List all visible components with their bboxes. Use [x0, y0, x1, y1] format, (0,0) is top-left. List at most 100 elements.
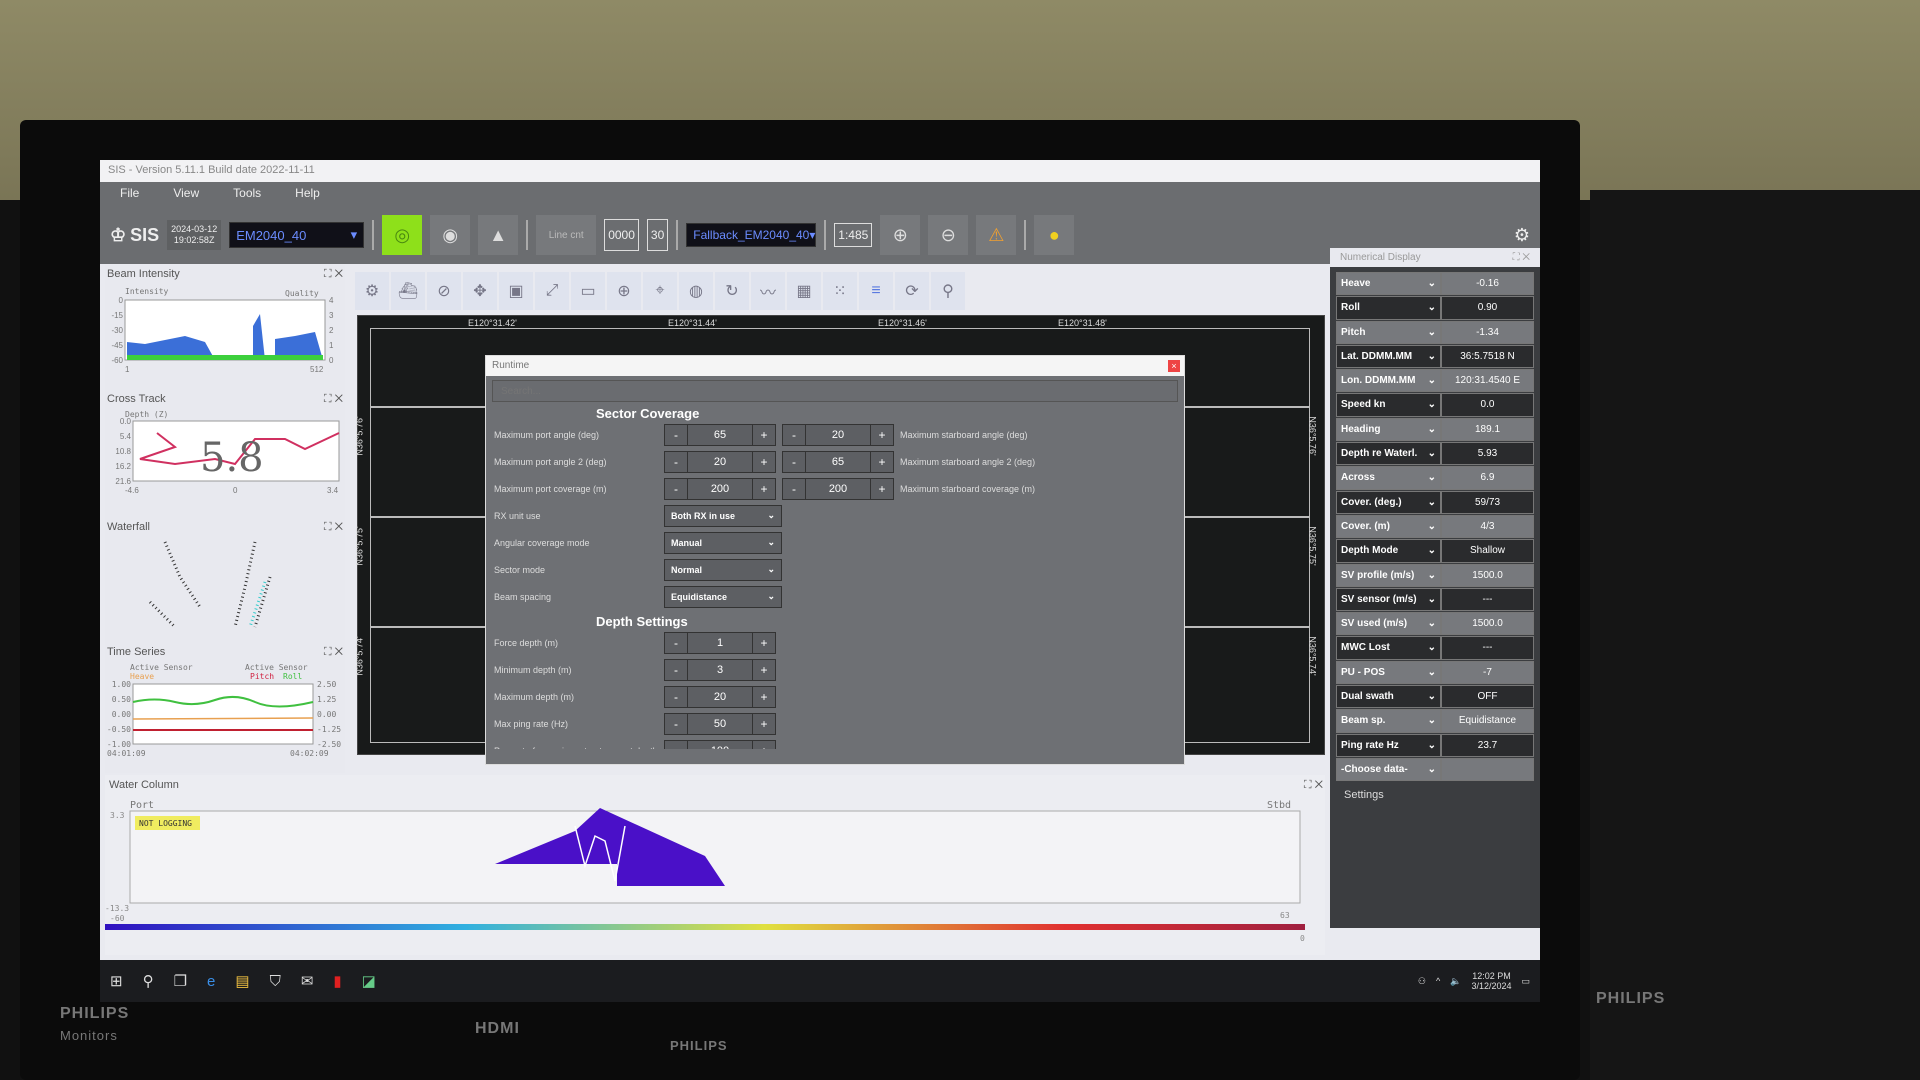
data-selector[interactable]: Heading ⌄: [1336, 417, 1441, 442]
system-select[interactable]: EM2040_40 ▾: [229, 222, 365, 248]
task-view-icon[interactable]: ❐: [174, 972, 187, 990]
layers-icon[interactable]: ≡: [859, 272, 893, 310]
stepper[interactable]: -100+: [664, 739, 776, 749]
data-selector[interactable]: MWC Lost ⌄: [1336, 636, 1441, 660]
search-icon[interactable]: ⚲: [143, 972, 154, 990]
dropdown[interactable]: Normal ⌄: [664, 558, 782, 581]
gear-icon[interactable]: ⚙: [1514, 225, 1530, 246]
clock[interactable]: 12:02 PM 3/12/2024: [1471, 971, 1511, 991]
target-icon[interactable]: ⌖: [643, 272, 677, 310]
menu-file[interactable]: File: [120, 186, 139, 202]
data-selector[interactable]: Across ⌄: [1336, 466, 1441, 490]
stepper-value[interactable]: 3: [687, 659, 753, 680]
increment-button[interactable]: +: [753, 451, 775, 472]
data-selector[interactable]: PU - POS ⌄: [1336, 660, 1441, 685]
stepper-value[interactable]: 1: [687, 632, 753, 653]
settings-button[interactable]: Settings: [1330, 781, 1540, 809]
pan-icon[interactable]: ✥: [463, 272, 497, 310]
data-selector[interactable]: Depth Mode ⌄: [1336, 539, 1441, 563]
stepper-value[interactable]: 20: [805, 424, 871, 445]
decrement-button[interactable]: -: [665, 478, 687, 499]
settings-icon[interactable]: ⚙: [355, 272, 389, 310]
data-selector[interactable]: -Choose data- ⌄: [1336, 757, 1441, 782]
stepper[interactable]: -200 +: [664, 477, 776, 500]
zoom-out-button[interactable]: ⊖: [928, 215, 969, 255]
decrement-button[interactable]: -: [665, 451, 687, 472]
menu-view[interactable]: View: [173, 186, 199, 202]
grid-icon[interactable]: ▦: [787, 272, 821, 310]
notification-icon[interactable]: ▭: [1521, 976, 1530, 987]
data-selector[interactable]: Cover. (m) ⌄: [1336, 514, 1441, 539]
data-selector[interactable]: Speed kn ⌄: [1336, 393, 1441, 417]
menu-tools[interactable]: Tools: [233, 186, 261, 202]
globe-icon[interactable]: ◍: [679, 272, 713, 310]
pin-icon[interactable]: ⚲: [931, 272, 965, 310]
stepper[interactable]: -200 +: [782, 477, 894, 500]
map-scale[interactable]: 1:485: [834, 223, 873, 247]
status-button[interactable]: ●: [1034, 215, 1075, 255]
data-selector[interactable]: Dual swath ⌄: [1336, 685, 1441, 709]
decrement-button[interactable]: -: [783, 451, 805, 472]
3d-icon[interactable]: ↻: [715, 272, 749, 310]
stepper-value[interactable]: 20: [687, 686, 753, 707]
people-icon[interactable]: ⚇: [1418, 976, 1426, 987]
refresh-icon[interactable]: ⟳: [895, 272, 929, 310]
data-selector[interactable]: Cover. (deg.) ⌄: [1336, 490, 1441, 514]
dropdown[interactable]: Both RX in use ⌄: [664, 504, 782, 527]
extent-icon[interactable]: ⤢: [535, 272, 569, 310]
stepper[interactable]: -1 +: [664, 631, 776, 654]
search-input[interactable]: [492, 380, 1178, 402]
start-icon[interactable]: ⊞: [110, 972, 123, 990]
vessel-icon[interactable]: ⛴: [391, 272, 425, 310]
stepper-value[interactable]: 100: [687, 740, 753, 749]
volume-icon[interactable]: 🔈: [1450, 976, 1461, 987]
expand-close-icon[interactable]: ⛶ ✕: [324, 646, 343, 659]
decrement-button[interactable]: -: [783, 424, 805, 445]
edge-icon[interactable]: e: [207, 973, 215, 990]
stepper-value[interactable]: 200: [805, 478, 871, 499]
increment-button[interactable]: +: [871, 451, 893, 472]
fallback-select[interactable]: Fallback_EM2040_40 ▾: [686, 223, 817, 247]
data-selector[interactable]: Pitch ⌄: [1336, 320, 1441, 344]
crosshair-icon[interactable]: ⊕: [607, 272, 641, 310]
expand-close-icon[interactable]: ⛶ ✕: [324, 268, 343, 281]
increment-button[interactable]: +: [753, 686, 775, 707]
decrement-button[interactable]: -: [665, 424, 687, 445]
decrement-button[interactable]: -: [665, 659, 687, 680]
data-selector[interactable]: Ping rate Hz ⌄: [1336, 733, 1441, 757]
stepper-value[interactable]: 20: [687, 451, 753, 472]
no-entry-icon[interactable]: ⊘: [427, 272, 461, 310]
stepper-value[interactable]: 65: [805, 451, 871, 472]
data-selector[interactable]: Beam sp. ⌄: [1336, 709, 1441, 733]
increment-button[interactable]: +: [753, 659, 775, 680]
close-icon[interactable]: ×: [1168, 360, 1180, 372]
expand-close-icon[interactable]: ⛶ ✕: [324, 393, 343, 406]
dropdown[interactable]: Equidistance ⌄: [664, 585, 782, 608]
stepper[interactable]: -20 +: [664, 450, 776, 473]
increment-button[interactable]: +: [871, 424, 893, 445]
increment-button[interactable]: +: [871, 478, 893, 499]
data-selector[interactable]: Depth re Waterl. ⌄: [1336, 442, 1441, 466]
data-selector[interactable]: Heave ⌄: [1336, 272, 1441, 296]
stepper[interactable]: -65 +: [664, 423, 776, 446]
store-icon[interactable]: ⛉: [270, 973, 281, 990]
mail-icon[interactable]: ✉: [301, 972, 314, 990]
stepper-value[interactable]: 200: [687, 478, 753, 499]
record-button[interactable]: ◉: [430, 215, 471, 255]
increment-button[interactable]: +: [753, 740, 775, 749]
stepper[interactable]: -65 +: [782, 450, 894, 473]
decrement-button[interactable]: -: [665, 713, 687, 734]
expand-close-icon[interactable]: ⛶ ✕: [324, 521, 343, 534]
increment-button[interactable]: +: [753, 632, 775, 653]
chevron-up-icon[interactable]: ^: [1436, 976, 1440, 986]
data-selector[interactable]: SV sensor (m/s) ⌄: [1336, 587, 1441, 612]
sis-app-icon[interactable]: ◪: [362, 972, 376, 990]
warning-button[interactable]: ⚠: [976, 215, 1017, 255]
ping-button[interactable]: ◎: [382, 215, 423, 255]
stepper-value[interactable]: 65: [687, 424, 753, 445]
expand-close-icon[interactable]: ⛶ ✕: [1513, 252, 1530, 263]
data-selector[interactable]: Lon. DDMM.MM ⌄: [1336, 369, 1441, 393]
decrement-button[interactable]: -: [783, 478, 805, 499]
stepper[interactable]: -20 +: [782, 423, 894, 446]
data-selector[interactable]: Lat. DDMM.MM ⌄: [1336, 344, 1441, 369]
